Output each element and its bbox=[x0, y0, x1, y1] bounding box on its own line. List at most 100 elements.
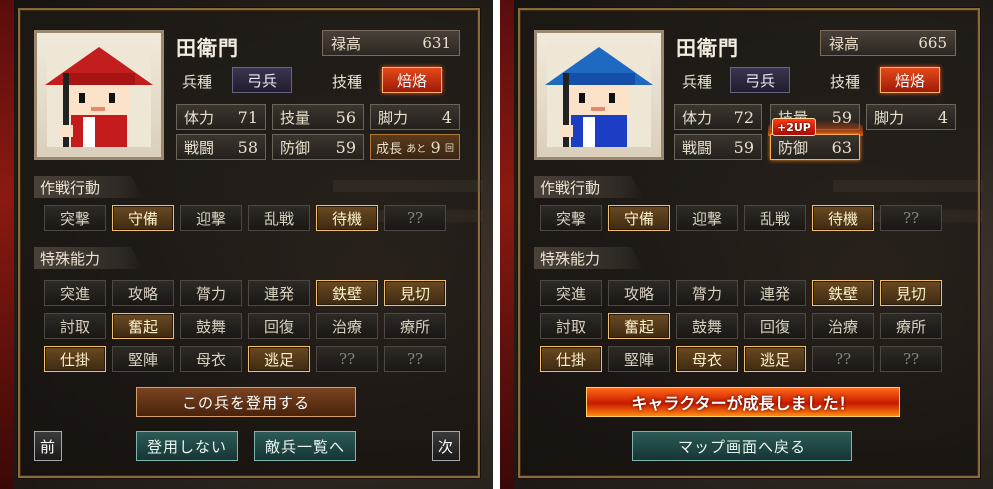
tactic-standby[interactable]: 待機 bbox=[316, 205, 378, 231]
ability-button[interactable]: ?? bbox=[880, 346, 942, 372]
stat-label: 防御 bbox=[778, 138, 809, 157]
tactic-intercept[interactable]: 迎撃 bbox=[180, 205, 242, 231]
unit-status-panel-right: 田衛門 禄高 665 兵種 弓兵 技種 焙烙 体力 72 技量 59 脚力 4 … bbox=[500, 0, 993, 489]
soldier-portrait bbox=[534, 30, 664, 160]
ability-button[interactable]: 治療 bbox=[812, 313, 874, 339]
ability-button[interactable]: 鉄壁 bbox=[316, 280, 378, 306]
ability-button[interactable]: 見切 bbox=[384, 280, 446, 306]
tactic-unknown[interactable]: ?? bbox=[880, 205, 942, 231]
ability-button[interactable]: 討取 bbox=[44, 313, 106, 339]
ability-button[interactable]: 仕掛 bbox=[540, 346, 602, 372]
stat-hp: 体力 72 bbox=[674, 104, 762, 130]
stat-label: 技量 bbox=[280, 108, 311, 127]
growth-banner: キャラクターが成長しました！ bbox=[586, 387, 900, 417]
unit-name: 田衛門 bbox=[676, 36, 739, 60]
stat-label: 体力 bbox=[682, 108, 713, 127]
stipend-value: 631 bbox=[422, 34, 451, 52]
ability-button[interactable]: ?? bbox=[812, 346, 874, 372]
ability-button[interactable]: 鼓舞 bbox=[180, 313, 242, 339]
unit-status-panel-left: 田衛門 禄高 631 兵種 弓兵 技種 焙烙 体力 71 技量 56 脚力 4 … bbox=[0, 0, 493, 489]
stipend-label: 禄高 bbox=[829, 34, 860, 53]
tactic-charge[interactable]: 突撃 bbox=[44, 205, 106, 231]
ability-button[interactable]: 仕掛 bbox=[44, 346, 106, 372]
ability-button[interactable]: 討取 bbox=[540, 313, 602, 339]
ability-button[interactable]: ?? bbox=[384, 346, 446, 372]
stat-label: 体力 bbox=[184, 108, 215, 127]
stipend-box: 禄高 631 bbox=[322, 30, 460, 56]
stat-value: 4 bbox=[441, 107, 452, 127]
stipend-label: 禄高 bbox=[331, 34, 362, 53]
enemy-list-button[interactable]: 敵兵一覧へ bbox=[254, 431, 356, 461]
recruit-button[interactable]: この兵を登用する bbox=[136, 387, 356, 417]
stat-value: 71 bbox=[237, 107, 258, 127]
growth-suffix: 回 bbox=[444, 143, 454, 154]
stat-label: 脚力 bbox=[378, 108, 409, 127]
unit-type-label: 兵種 bbox=[182, 73, 213, 91]
stat-value: 4 bbox=[937, 107, 948, 127]
ability-button[interactable]: 回復 bbox=[744, 313, 806, 339]
soldier-portrait bbox=[34, 30, 164, 160]
next-button[interactable]: 次 bbox=[432, 431, 460, 461]
tactic-charge[interactable]: 突撃 bbox=[540, 205, 602, 231]
tactic-melee[interactable]: 乱戦 bbox=[248, 205, 310, 231]
unit-name: 田衛門 bbox=[176, 36, 239, 60]
stat-value: 59 bbox=[733, 137, 754, 157]
ability-button[interactable]: 回復 bbox=[248, 313, 310, 339]
stat-defense: 防御 59 bbox=[272, 134, 364, 160]
ability-button[interactable]: 連発 bbox=[744, 280, 806, 306]
abilities-section-title: 特殊能力 bbox=[34, 247, 144, 269]
ability-button[interactable]: 突進 bbox=[540, 280, 602, 306]
skip-button[interactable]: 登用しない bbox=[136, 431, 238, 461]
skill-type-value: 焙烙 bbox=[382, 67, 442, 93]
ability-button[interactable]: 奮起 bbox=[112, 313, 174, 339]
ability-button[interactable]: 連発 bbox=[248, 280, 310, 306]
ability-button[interactable]: 療所 bbox=[880, 313, 942, 339]
unit-type-value: 弓兵 bbox=[232, 67, 292, 93]
ability-button[interactable]: 逃足 bbox=[248, 346, 310, 372]
stat-up-badge: +2UP bbox=[772, 118, 816, 136]
ability-button[interactable]: 逃足 bbox=[744, 346, 806, 372]
ability-button[interactable]: ?? bbox=[316, 346, 378, 372]
ability-button[interactable]: 堅陣 bbox=[112, 346, 174, 372]
ability-button[interactable]: 療所 bbox=[384, 313, 446, 339]
red-ashigaru-sprite bbox=[45, 43, 153, 147]
ability-button[interactable]: 堅陣 bbox=[608, 346, 670, 372]
growth-prefix: あと bbox=[406, 143, 427, 155]
skill-type-label: 技種 bbox=[332, 73, 363, 91]
unit-type-label: 兵種 bbox=[682, 73, 713, 91]
ability-button[interactable]: 治療 bbox=[316, 313, 378, 339]
stat-value: 63 bbox=[831, 137, 852, 157]
ability-button[interactable]: 攻略 bbox=[608, 280, 670, 306]
ability-button[interactable]: 突進 bbox=[44, 280, 106, 306]
back-to-map-button[interactable]: マップ画面へ戻る bbox=[632, 431, 852, 461]
tactic-melee[interactable]: 乱戦 bbox=[744, 205, 806, 231]
ability-button[interactable]: 母衣 bbox=[676, 346, 738, 372]
unit-type-value: 弓兵 bbox=[730, 67, 790, 93]
tactics-section-title: 作戦行動 bbox=[534, 176, 644, 198]
ability-button[interactable]: 母衣 bbox=[180, 346, 242, 372]
ability-button[interactable]: 見切 bbox=[880, 280, 942, 306]
blue-ashigaru-sprite bbox=[545, 43, 653, 147]
growth-label: 成長 bbox=[376, 141, 403, 157]
ability-button[interactable]: 膂力 bbox=[180, 280, 242, 306]
tactic-defend[interactable]: 守備 bbox=[112, 205, 174, 231]
tactic-defend[interactable]: 守備 bbox=[608, 205, 670, 231]
stat-tech: 技量 56 bbox=[272, 104, 364, 130]
tactic-standby[interactable]: 待機 bbox=[812, 205, 874, 231]
ability-button[interactable]: 膂力 bbox=[676, 280, 738, 306]
ability-button[interactable]: 奮起 bbox=[608, 313, 670, 339]
tactic-unknown[interactable]: ?? bbox=[384, 205, 446, 231]
prev-button[interactable]: 前 bbox=[34, 431, 62, 461]
ability-button[interactable]: 攻略 bbox=[112, 280, 174, 306]
ability-button[interactable]: 鉄壁 bbox=[812, 280, 874, 306]
stat-legs: 脚力 4 bbox=[866, 104, 956, 130]
growth-remaining: 成長 あと 9 回 bbox=[370, 134, 460, 160]
growth-value: 9 bbox=[430, 137, 441, 157]
stipend-value: 665 bbox=[918, 34, 947, 52]
ability-button[interactable]: 鼓舞 bbox=[676, 313, 738, 339]
skill-type-label: 技種 bbox=[830, 73, 861, 91]
stat-label: 戦闘 bbox=[682, 138, 713, 157]
tactics-section-title: 作戦行動 bbox=[34, 176, 144, 198]
stat-defense: 防御 63 bbox=[770, 134, 860, 160]
tactic-intercept[interactable]: 迎撃 bbox=[676, 205, 738, 231]
